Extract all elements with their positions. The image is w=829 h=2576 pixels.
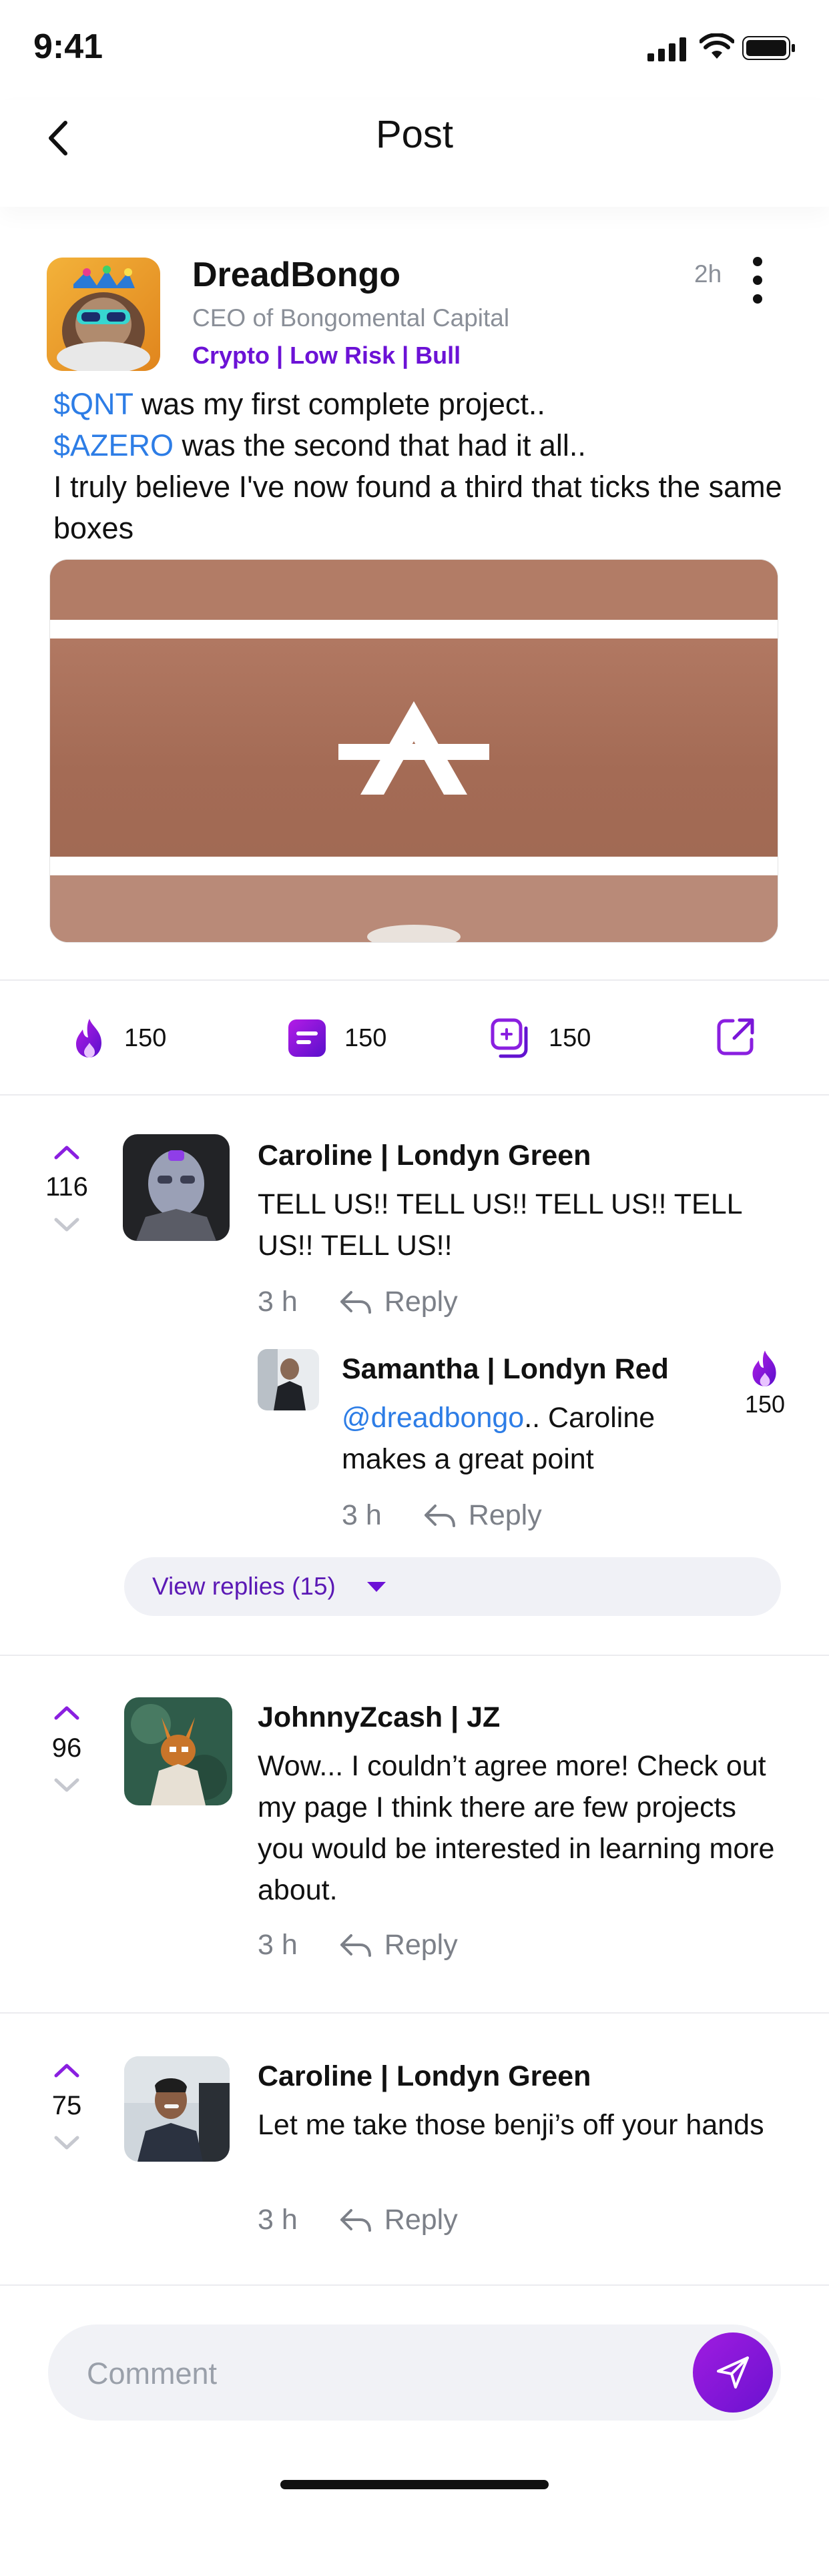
post-body: $QNT was my first complete project.. $AZ…	[53, 384, 788, 549]
avatar[interactable]	[258, 1349, 319, 1410]
divider	[0, 1094, 829, 1096]
mention-link[interactable]: @dreadbongo	[342, 1402, 524, 1434]
reply-button[interactable]: Reply	[384, 2204, 458, 2236]
post-time: 2h	[694, 260, 722, 288]
reply-fire-count: 150	[744, 1390, 786, 1418]
comment-meta: 3 h Reply	[258, 1281, 458, 1322]
more-options-icon[interactable]	[748, 254, 768, 307]
commenter-name[interactable]: Caroline | Londyn Green	[258, 2060, 591, 2093]
comment-time: 3 h	[258, 2203, 298, 2236]
view-replies-button[interactable]: View replies (15)	[124, 1557, 781, 1616]
wifi-icon	[700, 33, 734, 59]
ticker-link[interactable]: $AZERO	[53, 428, 174, 462]
post-tags[interactable]: Crypto | Low Risk | Bull	[192, 342, 461, 370]
vote-count: 75	[51, 2091, 82, 2120]
post-image[interactable]	[49, 559, 778, 943]
post-text-line: I truly believe I've now found a third t…	[53, 470, 782, 545]
reply-icon[interactable]	[338, 1931, 372, 1958]
comment-time: 3 h	[258, 1285, 298, 1318]
divider	[0, 2012, 829, 2014]
downvote-icon[interactable]	[53, 1217, 80, 1232]
repost-count: 150	[549, 1023, 591, 1052]
vote-count: 96	[51, 1733, 82, 1763]
fire-icon[interactable]	[749, 1349, 781, 1388]
reply-button[interactable]: Reply	[469, 1499, 542, 1532]
comment-icon	[288, 1019, 326, 1057]
comments-stat[interactable]: 150	[287, 1015, 386, 1061]
divider	[0, 2284, 829, 2286]
avatar[interactable]	[124, 2056, 230, 2162]
reply-text: @dreadbongo.. Caroline makes a great poi…	[342, 1397, 716, 1480]
comment-text: Wow... I couldn’t agree more! Check out …	[258, 1750, 775, 1906]
view-replies-label: View replies (15)	[152, 1573, 336, 1600]
divider	[0, 1655, 829, 1656]
repost-icon	[491, 1018, 528, 1058]
commenter-name[interactable]: Caroline | Londyn Green	[258, 1140, 591, 1172]
reply-icon[interactable]	[338, 1288, 372, 1315]
comment-text: TELL US!! TELL US!! TELL US!! TELL US!! …	[258, 1188, 742, 1262]
page-title: Post	[375, 113, 454, 156]
downvote-icon[interactable]	[53, 2135, 80, 2150]
downvote-icon[interactable]	[53, 1777, 80, 1792]
home-indicator	[280, 2480, 549, 2489]
status-time: 9:41	[33, 27, 103, 66]
fire-icon	[76, 1019, 101, 1057]
signal-icon	[647, 37, 686, 61]
comment-meta: 3 h Reply	[258, 1924, 458, 1966]
author-avatar[interactable]	[47, 258, 160, 371]
avatar[interactable]	[124, 1697, 232, 1805]
send-icon	[717, 2356, 749, 2389]
comment-meta: 3 h Reply	[258, 2199, 458, 2240]
caret-down-icon	[366, 1582, 386, 1592]
send-button[interactable]	[693, 2332, 773, 2413]
divider	[0, 979, 829, 981]
share-icon[interactable]	[716, 1017, 756, 1057]
reply-meta: 3 h Reply	[342, 1494, 542, 1536]
upvote-icon[interactable]	[53, 2063, 80, 2078]
comment-placeholder: Comment	[87, 2356, 218, 2391]
reply-author-name[interactable]: Samantha | Londyn Red	[342, 1353, 669, 1386]
fire-count: 150	[124, 1023, 167, 1052]
author-subtitle: CEO of Bongomental Capital	[192, 304, 510, 332]
upvote-icon[interactable]	[53, 1145, 80, 1160]
post-text-line: was my first complete project..	[133, 387, 545, 421]
battery-icon	[742, 36, 795, 60]
reply-icon[interactable]	[422, 1502, 457, 1529]
comment-time: 3 h	[258, 1928, 298, 1961]
post-text-line: was the second that had it all..	[174, 428, 586, 462]
vote-count: 116	[45, 1172, 88, 1202]
repost-stat[interactable]: 150	[490, 1015, 591, 1061]
avatar[interactable]	[123, 1134, 230, 1241]
comment-text: Let me take those benji’s off your hands	[258, 2109, 764, 2141]
reply-button[interactable]: Reply	[384, 1929, 458, 1962]
author-name[interactable]: DreadBongo	[192, 255, 400, 295]
upvote-icon[interactable]	[53, 1705, 80, 1720]
comments-count: 150	[344, 1023, 387, 1052]
reply-button[interactable]: Reply	[384, 1286, 458, 1318]
ticker-link[interactable]: $QNT	[53, 387, 133, 421]
commenter-name[interactable]: JohnnyZcash | JZ	[258, 1701, 500, 1734]
fire-stat[interactable]: 150	[72, 1015, 166, 1061]
reply-time: 3 h	[342, 1498, 382, 1531]
reply-icon[interactable]	[338, 2206, 372, 2233]
